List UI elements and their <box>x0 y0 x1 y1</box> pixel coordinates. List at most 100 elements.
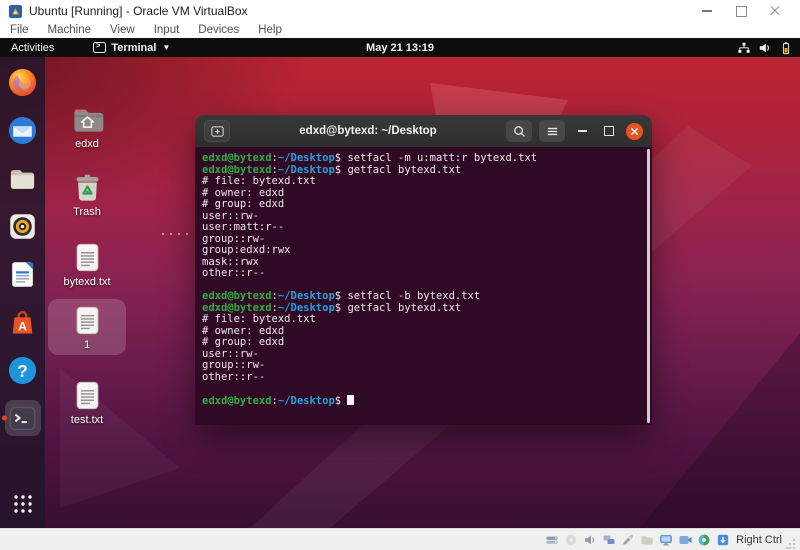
terminal-mini-icon <box>93 41 107 53</box>
vb-usb-icon[interactable] <box>620 532 635 547</box>
menu-view[interactable]: View <box>110 24 135 36</box>
desktop-icon-edxd[interactable]: edxd <box>48 98 126 154</box>
terminal-line: user::rw- <box>202 347 259 360</box>
desktop-icon-1[interactable]: 1 <box>48 299 126 355</box>
vb-audio-icon[interactable] <box>582 532 597 547</box>
vb-keyboard-icon[interactable] <box>715 532 730 547</box>
focused-app-menu[interactable]: Terminal ▼ <box>93 41 171 54</box>
terminal-line: # group: edxd <box>202 336 285 348</box>
terminal-line: group::rw- <box>202 359 266 371</box>
desktop-icon-label: edxd <box>75 138 99 150</box>
terminal-line: other::r-- <box>202 370 266 383</box>
virtualbox-app-icon <box>8 4 23 19</box>
search-icon <box>513 125 525 137</box>
desktop-icon-label: bytexd.txt <box>63 276 111 288</box>
folder-home-icon <box>50 103 124 136</box>
show-apps-button[interactable] <box>5 486 41 522</box>
terminal-minimize-icon[interactable] <box>572 120 592 142</box>
running-indicator-dot <box>1 415 7 421</box>
activities-button[interactable]: Activities <box>0 38 65 57</box>
menu-machine[interactable]: Machine <box>48 24 91 36</box>
dock-item-files[interactable] <box>5 160 41 196</box>
ubuntu-software-icon: A <box>7 307 38 338</box>
text-icon <box>50 379 124 412</box>
vb-folders-icon[interactable] <box>639 532 654 547</box>
thunderbird-icon <box>7 115 38 146</box>
terminal-line: # file: bytexd.txt <box>202 175 316 187</box>
dock-item-libreoffice-writer[interactable] <box>5 256 41 292</box>
vb-optical-icon[interactable] <box>563 532 578 547</box>
terminal-line: mask::rwx <box>202 255 259 268</box>
volume-icon[interactable] <box>757 40 772 55</box>
show-apps-grid-icon <box>11 492 35 516</box>
desktop-icon-label: test.txt <box>70 414 104 426</box>
vb-network-icon[interactable] <box>601 532 616 547</box>
clock[interactable]: May 21 13:19 <box>366 42 434 54</box>
vb-hdd-icon[interactable] <box>544 532 559 547</box>
svg-text:A: A <box>18 319 27 333</box>
new-tab-button[interactable] <box>204 120 230 142</box>
dock-item-terminal[interactable] <box>1 400 41 436</box>
terminal-line: # group: edxd <box>202 198 285 210</box>
terminal-body[interactable]: edxd@bytexd:~/Desktop$ setfacl -m u:matt… <box>195 147 652 425</box>
terminal-line: group:edxd:rwx <box>202 244 291 256</box>
terminal-title: edxd@bytexd: ~/Desktop <box>299 125 437 137</box>
minimize-icon[interactable] <box>690 1 724 21</box>
terminal-cursor <box>347 394 354 405</box>
host-key-label: Right Ctrl <box>736 533 782 546</box>
text-icon <box>50 304 124 337</box>
resize-grip-icon[interactable] <box>786 536 796 550</box>
desktop-icon-bytexd-txt[interactable]: bytexd.txt <box>48 236 126 292</box>
vb-recording-icon[interactable] <box>677 532 692 547</box>
battery-icon[interactable] <box>778 40 793 55</box>
vbox-titlebar: Ubuntu [Running] - Oracle VM VirtualBox <box>0 0 800 22</box>
menu-button[interactable] <box>539 120 565 142</box>
system-status-area[interactable] <box>736 38 793 57</box>
terminal-line: # file: bytexd.txt <box>202 313 316 325</box>
desktop-icon-label: Trash <box>73 206 101 218</box>
terminal-line: edxd@bytexd:~/Desktop$ <box>202 394 642 408</box>
terminal-close-icon[interactable] <box>626 122 643 140</box>
vb-display-icon[interactable] <box>658 532 673 547</box>
terminal-titlebar[interactable]: edxd@bytexd: ~/Desktop <box>195 115 652 147</box>
network-icon[interactable] <box>736 40 751 55</box>
vm-screen: Activities Terminal ▼ May 21 13:19 A? ed… <box>0 38 800 528</box>
firefox-icon <box>7 67 38 98</box>
trash-icon <box>50 171 124 204</box>
hamburger-icon <box>547 127 557 135</box>
close-icon[interactable] <box>758 1 792 21</box>
chevron-down-icon: ▼ <box>162 43 171 52</box>
svg-text:?: ? <box>17 360 28 380</box>
vbox-statusbar: Right Ctrl <box>0 528 800 550</box>
rhythmbox-icon <box>7 211 38 242</box>
menu-help[interactable]: Help <box>258 24 282 36</box>
search-button[interactable] <box>506 120 532 142</box>
window-title: Ubuntu [Running] - Oracle VM VirtualBox <box>29 4 248 18</box>
dock-item-ubuntu-software[interactable]: A <box>5 304 41 340</box>
terminal-line: user:matt:r-- <box>202 221 285 233</box>
dock-item-help[interactable]: ? <box>5 352 41 388</box>
dock-item-rhythmbox[interactable] <box>5 208 41 244</box>
files-icon <box>7 163 38 194</box>
vb-mouse-icon[interactable] <box>696 532 711 547</box>
menu-input[interactable]: Input <box>154 24 180 36</box>
text-icon <box>50 241 124 274</box>
desktop-icon-label: 1 <box>83 339 91 351</box>
dock-item-firefox[interactable] <box>5 64 41 100</box>
gnome-topbar: Activities Terminal ▼ May 21 13:19 <box>0 38 800 57</box>
menu-devices[interactable]: Devices <box>198 24 239 36</box>
terminal-maximize-icon[interactable] <box>599 120 619 142</box>
vbox-menubar: File Machine View Input Devices Help <box>0 22 800 38</box>
menu-file[interactable]: File <box>10 24 29 36</box>
maximize-icon[interactable] <box>724 1 758 21</box>
desktop-icon-trash[interactable]: Trash <box>48 166 126 222</box>
terminal-window[interactable]: edxd@bytexd: ~/Desktop edxd@bytexd:~/Des… <box>195 115 652 425</box>
terminal-scrollbar[interactable] <box>646 149 650 423</box>
help-icon: ? <box>7 355 38 386</box>
dock-item-thunderbird[interactable] <box>5 112 41 148</box>
terminal-icon <box>7 403 38 434</box>
terminal-line: other::r-- <box>202 267 266 279</box>
desktop-icon-test-txt[interactable]: test.txt <box>48 374 126 430</box>
dock: A? <box>0 57 45 528</box>
